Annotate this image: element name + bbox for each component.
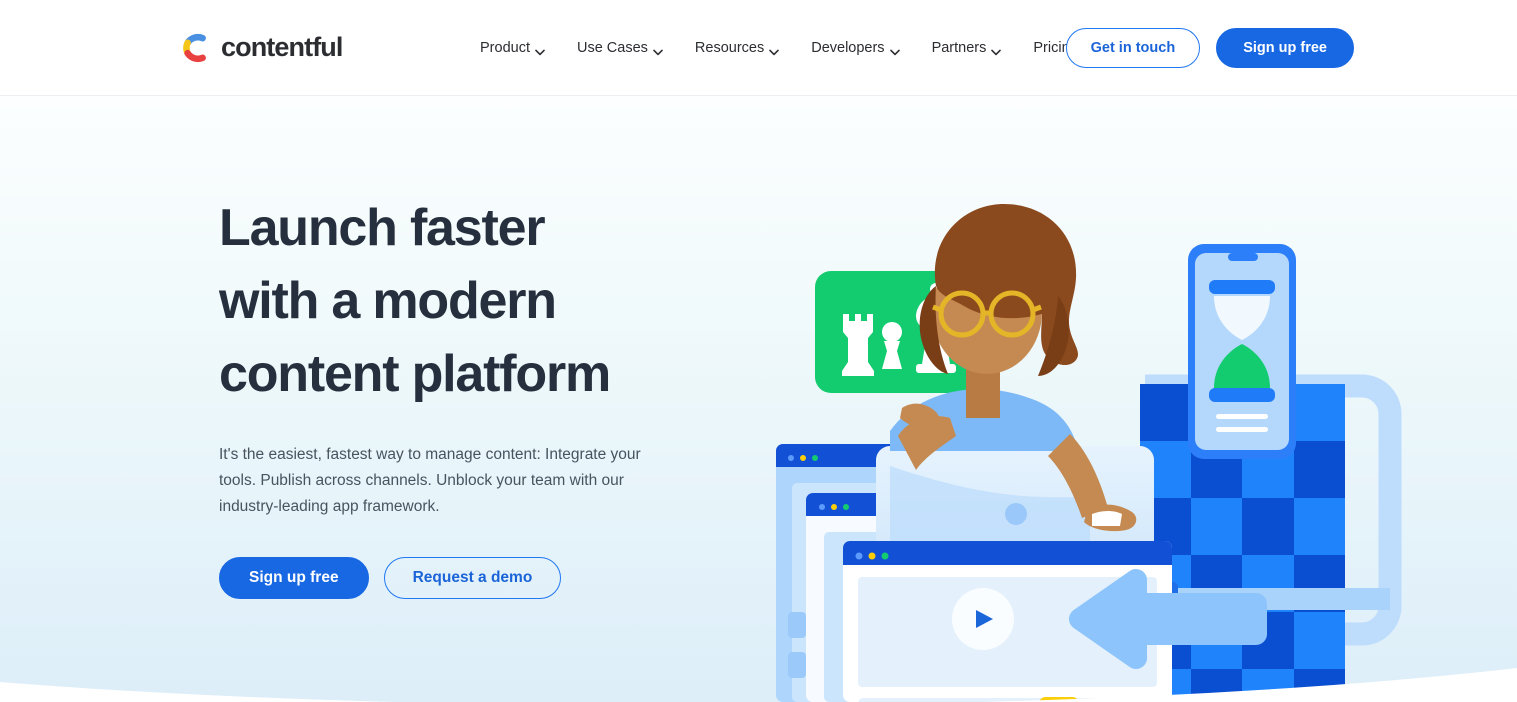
hero-headline: Launch faster with a modern content plat… [219,192,689,411]
brand-logo[interactable]: contentful [182,32,343,63]
site-header: contentful Product Use Cases Resources D… [0,0,1517,96]
nav-label: Resources [694,39,765,56]
hero-request-demo-button[interactable]: Request a demo [383,557,562,599]
header-sign-up-free-button[interactable]: Sign up free [1216,27,1354,68]
hero-bottom-curve [0,612,1517,702]
nav-item-partners[interactable]: Partners [916,34,1018,62]
nav-label: Product [480,39,530,56]
header-cta-group: Get in touch Sign up free [1065,27,1354,68]
nav-label: Developers [811,39,885,56]
headline-line-3: content platform [219,345,611,403]
chevron-down-icon [769,44,780,56]
hero-cta-group: Sign up free Request a demo [219,557,689,599]
nav-item-resources[interactable]: Resources [679,34,795,62]
phone-hourglass-card [1188,244,1296,459]
headline-line-2: with a modern [219,272,557,330]
hero-section: Launch faster with a modern content plat… [0,96,1517,702]
brand-wordmark: contentful [221,32,343,62]
get-in-touch-button[interactable]: Get in touch [1065,27,1201,68]
chevron-down-icon [889,44,900,56]
nav-item-use-cases[interactable]: Use Cases [561,34,679,62]
chevron-down-icon [991,44,1002,56]
main-navigation: Product Use Cases Resources Developers P… [470,34,1094,62]
headline-line-1: Launch faster [219,199,546,257]
nav-label: Use Cases [576,39,648,56]
hero-subcopy: It's the easiest, fastest way to manage … [219,446,641,515]
chevron-down-icon [653,44,663,56]
contentful-c-logo-icon [182,33,212,63]
page-root: contentful Product Use Cases Resources D… [0,0,1517,702]
nav-item-developers[interactable]: Developers [795,34,915,62]
hero-sign-up-free-button[interactable]: Sign up free [219,557,369,599]
nav-item-product[interactable]: Product [470,34,561,62]
nav-label: Partners [931,39,987,56]
chevron-down-icon [535,44,545,56]
hero-copy-block: Launch faster with a modern content plat… [219,192,689,599]
